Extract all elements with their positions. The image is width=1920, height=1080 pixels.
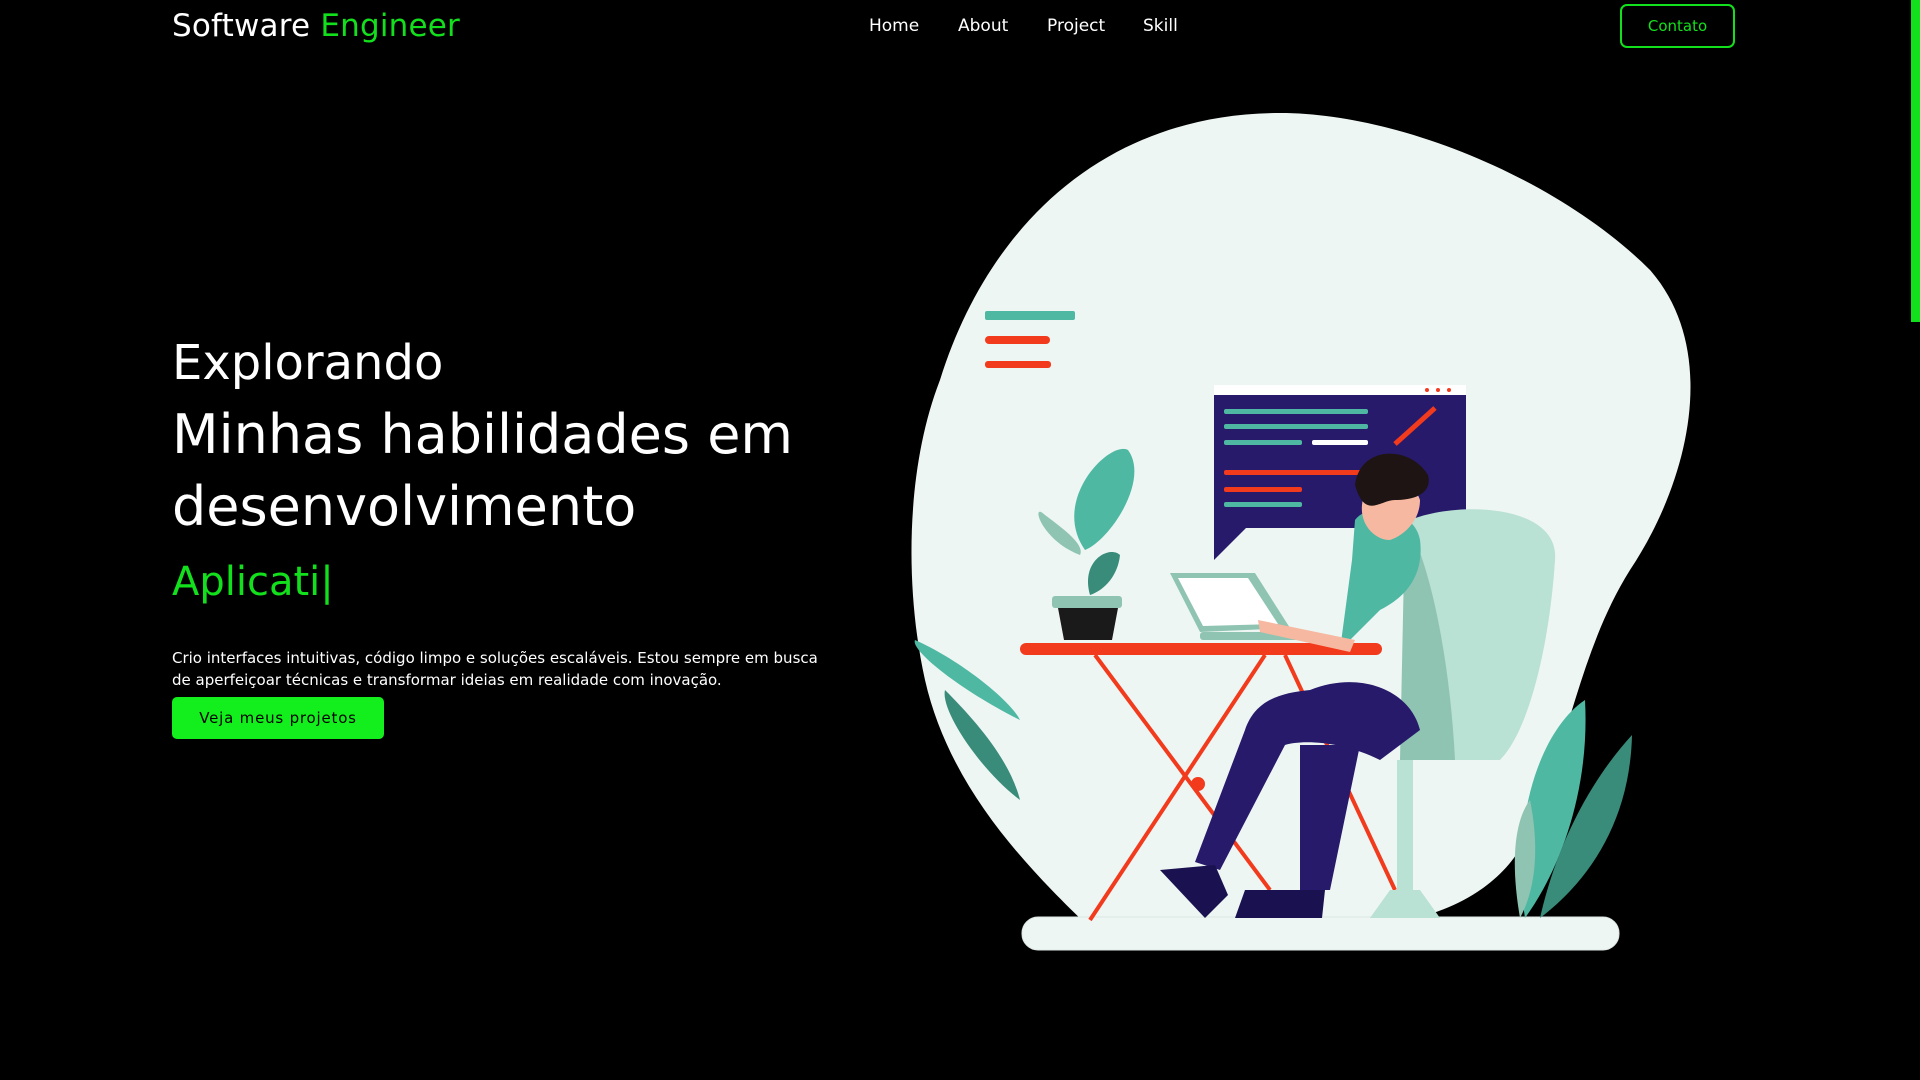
developer-at-desk-illustration — [911, 113, 1691, 951]
nav-about[interactable]: About — [958, 14, 1008, 38]
hero-title-line-1: Explorando — [172, 335, 444, 391]
nav-home[interactable]: Home — [869, 14, 919, 38]
hero-title-line-2: Minhas habilidades em — [172, 403, 794, 466]
scrollbar-thumb[interactable] — [1911, 0, 1920, 322]
hero-description: Crio interfaces intuitivas, código limpo… — [172, 649, 818, 689]
nav-project[interactable]: Project — [1047, 14, 1105, 38]
nav-skill[interactable]: Skill — [1143, 14, 1178, 38]
logo-text: Software — [172, 8, 311, 44]
page: Software Engineer Home About Project Ski… — [0, 0, 1920, 1080]
view-projects-button[interactable]: Veja meus projetos — [172, 697, 384, 739]
contact-button[interactable]: Contato — [1620, 4, 1735, 48]
typed-text: Aplicati| — [172, 559, 334, 605]
floor-platform — [1021, 916, 1620, 951]
site-logo[interactable]: Software Engineer — [172, 6, 460, 46]
hero-title-line-3: desenvolvimento — [172, 475, 637, 538]
logo-accent: Engineer — [320, 8, 460, 44]
